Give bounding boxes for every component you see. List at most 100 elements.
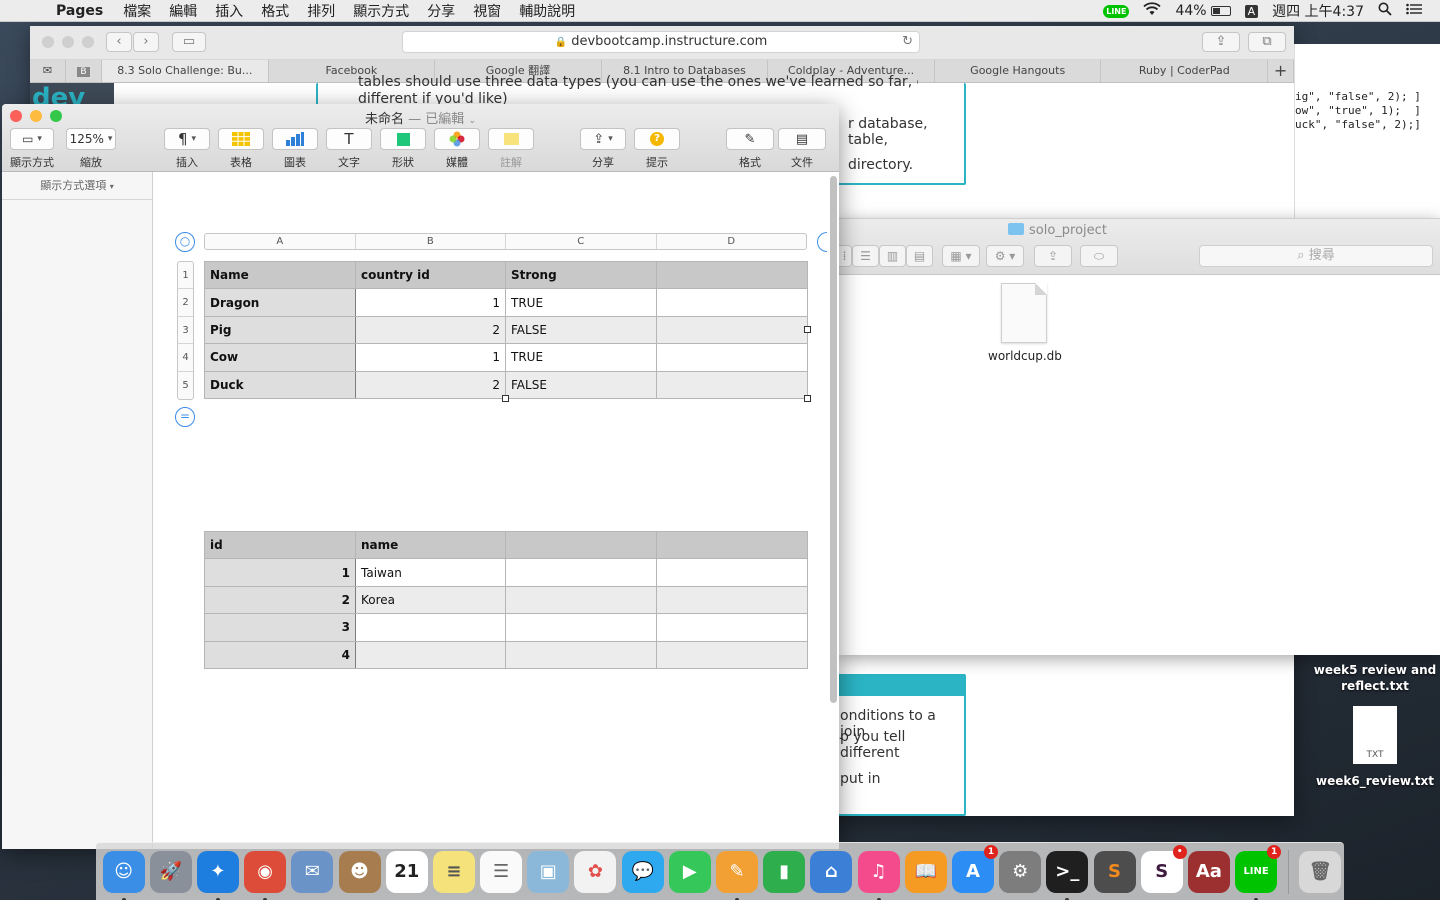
dock-itunes-icon[interactable]: ♫ xyxy=(857,850,900,900)
tabs-overview-icon[interactable]: ⧉ xyxy=(1248,32,1286,52)
view-tool[interactable]: ▭ ▾ 顯示方式 xyxy=(10,128,54,170)
share-tool[interactable]: ⇪ ▾ 分享 xyxy=(580,128,626,170)
view-options-dropdown[interactable]: 顯示方式選項 ▾ xyxy=(2,172,152,200)
icon-view-button[interactable]: ⁞ xyxy=(838,245,852,267)
dock-numbers-icon[interactable]: ▮ xyxy=(763,850,806,893)
action-gear-icon[interactable]: ⚙ ▾ xyxy=(986,245,1024,267)
column-header-b[interactable]: B xyxy=(356,234,506,249)
table-cell[interactable] xyxy=(656,370,808,399)
tag-icon[interactable]: ⬭ xyxy=(1080,245,1118,267)
table-cell[interactable] xyxy=(505,558,657,587)
table-cell[interactable] xyxy=(355,640,506,669)
close-button[interactable] xyxy=(42,36,54,48)
view-button[interactable]: ▭ ▾ xyxy=(10,128,54,150)
table-cell[interactable]: TRUE xyxy=(505,343,657,372)
dock-terminal-icon[interactable]: >_ xyxy=(1046,850,1089,900)
table-cell[interactable] xyxy=(656,315,808,345)
table-cell[interactable]: 1 xyxy=(355,343,506,372)
zoom-button[interactable]: 125% ▾ xyxy=(66,128,116,150)
table-cell[interactable]: FALSE xyxy=(505,370,657,399)
media-tool[interactable]: 媒體 xyxy=(434,128,480,170)
menu-edit[interactable]: 編輯 xyxy=(169,1,197,21)
header-cell[interactable] xyxy=(656,260,808,290)
table-select-handle[interactable]: ○ xyxy=(175,232,195,252)
format-tool[interactable]: ✎ 格式 xyxy=(726,128,774,170)
table-cell[interactable] xyxy=(656,343,808,372)
header-cell[interactable] xyxy=(656,530,808,560)
table-cell[interactable]: Cow xyxy=(204,343,356,372)
tips-tool[interactable]: ? 提示 xyxy=(634,128,680,170)
battery-indicator[interactable]: 44% xyxy=(1175,3,1231,19)
header-cell[interactable]: Strong xyxy=(505,260,657,290)
menu-app-name[interactable]: Pages xyxy=(56,3,103,19)
table-cell[interactable]: Taiwan xyxy=(355,558,506,587)
cover-flow-button[interactable]: ▤ xyxy=(906,245,933,267)
tab-pinned-bookmark[interactable]: B xyxy=(66,60,102,82)
table-cell[interactable] xyxy=(505,613,657,642)
table-cell[interactable]: Pig xyxy=(204,315,356,345)
tips-button[interactable]: ? xyxy=(634,128,680,150)
comment-button[interactable] xyxy=(488,128,534,150)
column-header-d[interactable]: D xyxy=(657,234,807,249)
header-cell[interactable]: country id xyxy=(355,260,506,290)
tab-coderpad[interactable]: Ruby | CoderPad xyxy=(1101,60,1269,82)
table-cell[interactable] xyxy=(505,640,657,669)
table-cell[interactable]: 2 xyxy=(355,315,506,345)
table-cell[interactable] xyxy=(656,558,808,587)
table-cell[interactable]: 2 xyxy=(355,370,506,399)
dock-line-icon[interactable]: LINE 1 xyxy=(1235,844,1282,900)
back-button[interactable]: ‹ xyxy=(106,32,132,52)
table-cell[interactable]: FALSE xyxy=(505,315,657,345)
share-icon[interactable]: ⇪ xyxy=(1034,245,1072,267)
table-cell[interactable]: Dragon xyxy=(204,288,356,317)
dock-dictionary-icon[interactable]: Aa xyxy=(1187,850,1230,893)
chart-tool[interactable]: 圖表 xyxy=(272,128,318,170)
resize-handle[interactable] xyxy=(804,326,811,333)
row-header-4[interactable]: 4 xyxy=(178,344,193,372)
table-cell[interactable] xyxy=(355,613,506,642)
dock-system-preferences-icon[interactable]: ⚙ xyxy=(999,850,1042,893)
desktop-file[interactable]: TXT week6_review.txt xyxy=(1305,706,1440,788)
column-header-a[interactable]: A xyxy=(205,234,356,249)
dock-reminders-icon[interactable]: ☰ xyxy=(480,850,523,893)
dock-calendar-icon[interactable]: 21 xyxy=(385,850,428,893)
row-header-3[interactable]: 3 xyxy=(178,317,193,345)
dock-photos-icon[interactable]: ✿ xyxy=(574,850,617,893)
dock-facetime-icon[interactable]: ▶ xyxy=(668,850,711,893)
table-cell[interactable]: Korea xyxy=(355,585,506,615)
media-button[interactable] xyxy=(434,128,480,150)
shape-tool[interactable]: 形狀 xyxy=(380,128,426,170)
arrange-button[interactable]: ▦ ▾ xyxy=(942,245,980,267)
table-button[interactable] xyxy=(218,128,264,150)
reload-icon[interactable]: ↻ xyxy=(902,32,913,52)
zoom-button[interactable] xyxy=(82,36,94,48)
insert-tool[interactable]: ¶ ▾ 插入 xyxy=(164,128,210,170)
menu-format[interactable]: 格式 xyxy=(261,1,289,21)
file-item[interactable]: worldcup.db xyxy=(988,283,1062,363)
dock-app-store-icon[interactable]: A1 xyxy=(951,844,998,893)
table-cell[interactable] xyxy=(656,640,808,669)
table-cell[interactable]: TRUE xyxy=(505,288,657,317)
header-cell[interactable]: Name xyxy=(204,260,356,290)
new-tab-button[interactable]: + xyxy=(1268,60,1295,82)
forward-button[interactable]: › xyxy=(133,32,159,52)
table-cell[interactable]: 3 xyxy=(204,613,356,642)
text-button[interactable]: T xyxy=(326,128,372,150)
desktop-file[interactable]: week5 review and reflect.txt xyxy=(1305,662,1440,694)
dock-ibooks-icon[interactable]: 📖 xyxy=(904,850,947,893)
spotlight-search-icon[interactable] xyxy=(1378,2,1392,20)
table-tool[interactable]: 表格 xyxy=(218,128,264,170)
resize-handle[interactable] xyxy=(502,395,509,402)
zoom-tool[interactable]: 125% ▾ 縮放 xyxy=(66,128,116,170)
line-status-icon[interactable]: LINE xyxy=(1103,4,1130,18)
shape-button[interactable] xyxy=(380,128,426,150)
dock-slack-icon[interactable]: S • xyxy=(1140,844,1187,893)
menu-file[interactable]: 檔案 xyxy=(123,1,151,21)
tab-pinned-mail[interactable]: ✉ xyxy=(30,60,66,82)
header-cell[interactable] xyxy=(505,530,657,560)
table-cell[interactable]: Duck xyxy=(204,370,356,399)
row-header-1[interactable]: 1 xyxy=(178,262,193,290)
table-cell[interactable] xyxy=(656,288,808,317)
table-cell[interactable] xyxy=(505,585,657,615)
menu-arrange[interactable]: 排列 xyxy=(307,1,335,21)
